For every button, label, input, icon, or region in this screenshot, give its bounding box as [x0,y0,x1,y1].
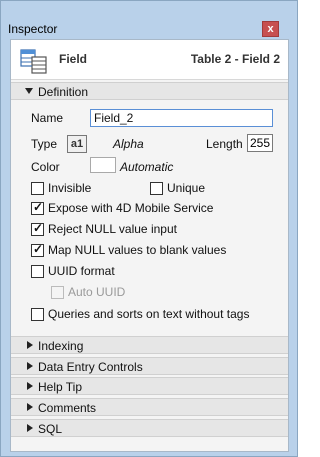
inspector-panel: Field Table 2 - Field 2 Definition Name … [10,39,289,452]
uuid-label: UUID format [48,264,115,278]
section-help-tip[interactable]: Help Tip [11,377,288,395]
inspector-header: Field Table 2 - Field 2 [11,40,288,80]
section-definition-label: Definition [38,85,89,99]
color-value: Automatic [120,160,174,174]
section-indexing-label: Indexing [38,339,84,353]
unique-label: Unique [167,181,206,195]
close-button[interactable]: x [262,21,279,37]
chevron-right-icon [27,424,33,432]
auto-uuid-checkbox[interactable] [51,286,64,299]
header-field-label: Field [59,52,88,66]
section-comments-label: Comments [38,401,97,415]
queries-sorts-checkbox[interactable] [31,308,44,321]
unique-checkbox[interactable] [150,182,163,195]
invisible-label: Invisible [48,181,92,195]
title-bar[interactable]: Inspector x [1,1,297,39]
section-definition[interactable]: Definition [11,82,288,100]
type-value: Alpha [113,137,144,151]
uuid-checkbox[interactable] [31,265,44,278]
color-picker[interactable] [90,157,116,173]
invisible-checkbox[interactable] [31,182,44,195]
alpha-type-icon: a1 [67,135,87,153]
section-comments[interactable]: Comments [11,398,288,416]
field-icon [20,49,47,74]
name-field[interactable] [90,109,273,127]
section-indexing[interactable]: Indexing [11,336,288,354]
chevron-right-icon [27,341,33,349]
color-label: Color [31,160,60,174]
reject-null-checkbox[interactable] [31,221,44,236]
auto-uuid-label: Auto UUID [68,285,126,299]
inspector-window: Inspector x Field Table 2 - Field 2 Defi… [0,0,298,457]
chevron-right-icon [27,403,33,411]
name-label: Name [31,111,64,125]
window-title: Inspector [8,22,58,36]
reject-null-label: Reject NULL value input [48,222,177,236]
type-label: Type [31,137,58,151]
map-null-checkbox[interactable] [31,242,44,257]
chevron-right-icon [27,362,33,370]
section-help-tip-label: Help Tip [38,380,83,394]
queries-sorts-label: Queries and sorts on text without tags [48,307,250,321]
expose-checkbox[interactable] [31,200,44,215]
section-data-entry-controls[interactable]: Data Entry Controls [11,357,288,375]
section-data-entry-controls-label: Data Entry Controls [38,360,143,374]
header-path: Table 2 - Field 2 [190,52,280,66]
length-field[interactable] [247,134,273,152]
section-sql[interactable]: SQL [11,419,288,437]
chevron-down-icon [25,88,33,94]
map-null-label: Map NULL values to blank values [48,243,227,257]
expose-label: Expose with 4D Mobile Service [48,201,214,215]
chevron-right-icon [27,382,33,390]
length-label: Length [206,137,243,151]
section-sql-label: SQL [38,422,63,436]
